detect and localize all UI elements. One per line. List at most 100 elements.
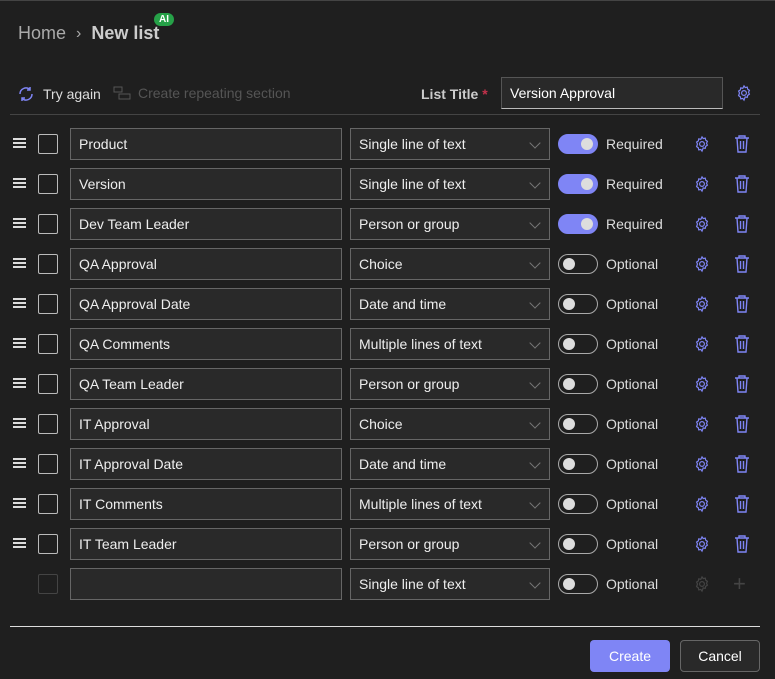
column-type-select[interactable]: Multiple lines of text — [350, 488, 550, 520]
column-settings-gear-icon[interactable] — [693, 135, 711, 156]
drag-handle-icon[interactable] — [13, 416, 26, 430]
delete-trash-icon[interactable] — [734, 495, 750, 516]
breadcrumb-home[interactable]: Home — [18, 23, 66, 44]
required-label: Required — [606, 136, 663, 152]
row-checkbox[interactable] — [38, 174, 58, 194]
column-row: QA Comments Multiple lines of text Optiona… — [0, 328, 775, 360]
delete-trash-icon[interactable] — [734, 455, 750, 476]
column-settings-gear-icon[interactable] — [693, 535, 711, 556]
column-settings-gear-icon[interactable] — [693, 295, 711, 316]
column-name-input[interactable]: QA Approval — [70, 248, 342, 280]
drag-handle-icon[interactable] — [13, 136, 26, 150]
required-toggle[interactable] — [558, 294, 598, 314]
column-row: Version Single line of text Required — [0, 168, 775, 200]
column-type-select[interactable]: Single line of text — [350, 568, 550, 600]
column-name-input[interactable]: QA Team Leader — [70, 368, 342, 400]
column-type-select[interactable]: Choice — [350, 248, 550, 280]
required-toggle[interactable] — [558, 254, 598, 274]
repeating-section-icon — [113, 86, 131, 100]
row-checkbox[interactable] — [38, 134, 58, 154]
required-toggle[interactable] — [558, 574, 598, 594]
row-checkbox[interactable] — [38, 574, 58, 594]
row-checkbox[interactable] — [38, 414, 58, 434]
column-type-select[interactable]: Date and time — [350, 448, 550, 480]
add-column-plus-icon[interactable]: + — [733, 573, 746, 595]
column-type-select[interactable]: Multiple lines of text — [350, 328, 550, 360]
delete-trash-icon[interactable] — [734, 255, 750, 276]
column-settings-gear-icon[interactable] — [693, 335, 711, 356]
row-checkbox[interactable] — [38, 494, 58, 514]
row-checkbox[interactable] — [38, 334, 58, 354]
drag-handle-icon[interactable] — [13, 496, 26, 510]
delete-trash-icon[interactable] — [734, 415, 750, 436]
column-type-value: Single line of text — [359, 136, 466, 152]
column-settings-gear-icon[interactable] — [693, 255, 711, 276]
column-name-input[interactable] — [70, 568, 342, 600]
column-type-select[interactable]: Person or group — [350, 528, 550, 560]
column-type-select[interactable]: Single line of text — [350, 168, 550, 200]
cancel-button[interactable]: Cancel — [680, 640, 760, 672]
row-checkbox[interactable] — [38, 294, 58, 314]
required-toggle[interactable] — [558, 534, 598, 554]
column-type-value: Choice — [359, 256, 403, 272]
create-button[interactable]: Create — [590, 640, 670, 672]
try-again-label: Try again — [43, 86, 101, 102]
row-checkbox[interactable] — [38, 374, 58, 394]
required-toggle[interactable] — [558, 174, 598, 194]
delete-trash-icon[interactable] — [734, 295, 750, 316]
column-settings-gear-icon[interactable] — [693, 415, 711, 436]
column-name-input[interactable]: Dev Team Leader — [70, 208, 342, 240]
required-label: Required — [606, 176, 663, 192]
delete-trash-icon[interactable] — [734, 375, 750, 396]
column-name-input[interactable]: QA Approval Date — [70, 288, 342, 320]
delete-trash-icon[interactable] — [734, 135, 750, 156]
drag-handle-icon[interactable] — [13, 256, 26, 270]
required-toggle[interactable] — [558, 334, 598, 354]
drag-handle-icon[interactable] — [13, 536, 26, 550]
row-checkbox[interactable] — [38, 454, 58, 474]
column-type-select[interactable]: Single line of text — [350, 128, 550, 160]
required-toggle[interactable] — [558, 494, 598, 514]
column-type-select[interactable]: Person or group — [350, 368, 550, 400]
column-name-input[interactable]: IT Comments — [70, 488, 342, 520]
drag-handle-icon[interactable] — [13, 336, 26, 350]
required-toggle[interactable] — [558, 374, 598, 394]
column-row: IT Approval Date Date and time Optional — [0, 448, 775, 480]
drag-handle-icon[interactable] — [13, 216, 26, 230]
column-type-select[interactable]: Date and time — [350, 288, 550, 320]
column-name-input[interactable]: IT Approval Date — [70, 448, 342, 480]
drag-handle-icon[interactable] — [13, 176, 26, 190]
try-again-button[interactable]: Try again — [17, 85, 101, 103]
column-settings-gear-icon[interactable] — [693, 375, 711, 396]
column-name-input[interactable]: Version — [70, 168, 342, 200]
column-name-input[interactable]: IT Approval — [70, 408, 342, 440]
list-settings-gear-icon[interactable] — [735, 84, 753, 105]
column-settings-gear-icon[interactable] — [693, 495, 711, 516]
list-title-input[interactable]: Version Approval — [501, 77, 723, 109]
drag-handle-icon[interactable] — [13, 296, 26, 310]
column-name-input[interactable]: Product — [70, 128, 342, 160]
column-settings-gear-icon[interactable] — [693, 455, 711, 476]
drag-handle-icon[interactable] — [13, 456, 26, 470]
row-checkbox[interactable] — [38, 534, 58, 554]
delete-trash-icon[interactable] — [734, 535, 750, 556]
row-checkbox[interactable] — [38, 214, 58, 234]
required-toggle[interactable] — [558, 134, 598, 154]
column-name-input[interactable]: IT Team Leader — [70, 528, 342, 560]
column-name-input[interactable]: QA Comments — [70, 328, 342, 360]
ai-badge: AI — [154, 13, 174, 26]
delete-trash-icon[interactable] — [734, 335, 750, 356]
delete-trash-icon[interactable] — [734, 215, 750, 236]
column-settings-gear-icon[interactable] — [693, 175, 711, 196]
column-type-select[interactable]: Choice — [350, 408, 550, 440]
required-toggle[interactable] — [558, 214, 598, 234]
required-label: Optional — [606, 376, 659, 392]
required-toggle[interactable] — [558, 414, 598, 434]
column-settings-gear-icon[interactable] — [693, 215, 711, 236]
column-type-select[interactable]: Person or group — [350, 208, 550, 240]
row-checkbox[interactable] — [38, 254, 58, 274]
create-repeating-section-button[interactable]: Create repeating section — [113, 85, 291, 101]
required-toggle[interactable] — [558, 454, 598, 474]
delete-trash-icon[interactable] — [734, 175, 750, 196]
drag-handle-icon[interactable] — [13, 376, 26, 390]
